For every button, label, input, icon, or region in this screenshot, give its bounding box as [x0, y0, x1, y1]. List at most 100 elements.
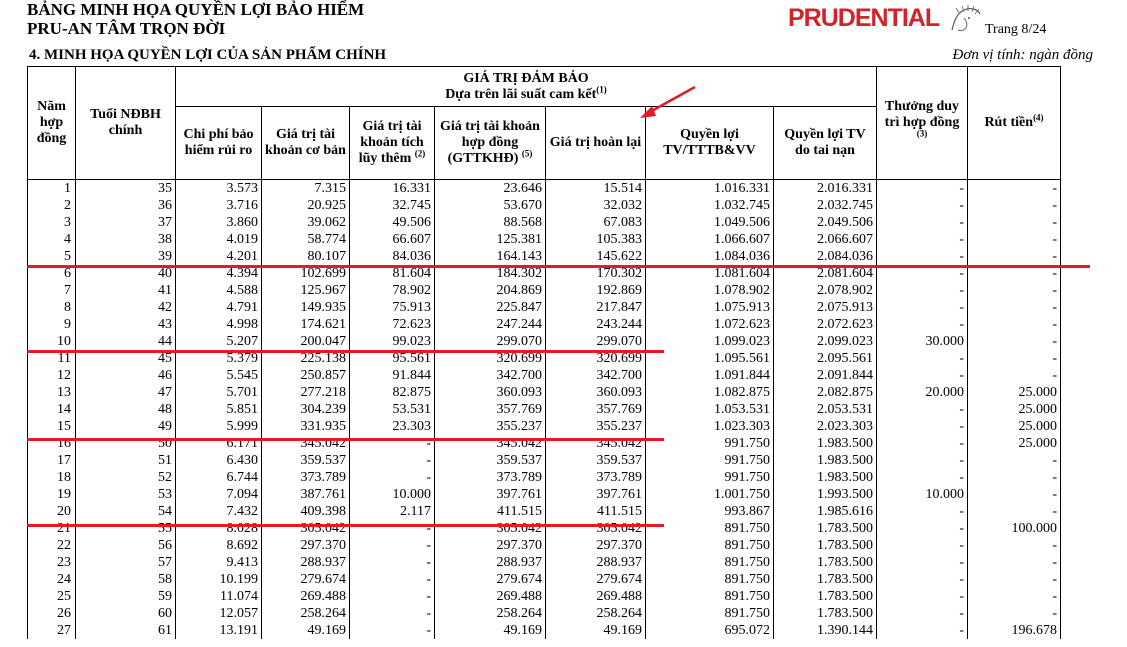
table-cell: -	[967, 503, 1061, 520]
table-cell: 305.042	[545, 520, 646, 537]
table-cell: 72.623	[349, 316, 435, 333]
table-cell: 2.099.023	[773, 333, 877, 350]
table-cell: 411.515	[434, 503, 546, 520]
table-row: 19 53 7.094 387.761 10.000 397.761 397.761 1.00…	[27, 486, 1061, 503]
table-cell: 1.983.500	[773, 452, 877, 469]
table-cell: 297.370	[545, 537, 646, 554]
document-title: BẢNG MINH HỌA QUYỀN LỢI BẢO HIỂM	[27, 0, 365, 19]
table-row: 10 44 5.207 200.047 99.023 299.070 299.070 1.09…	[27, 333, 1061, 350]
table-cell: 1.783.500	[773, 537, 877, 554]
table-cell: 37	[75, 214, 176, 231]
table-cell: 3.860	[175, 214, 262, 231]
table-cell: 44	[75, 333, 176, 350]
table-cell: 2.084.036	[773, 248, 877, 265]
table-cell: 297.370	[261, 537, 350, 554]
table-cell: 25.000	[967, 401, 1061, 418]
table-cell: 258.264	[261, 605, 350, 622]
table-cell: 1.983.500	[773, 469, 877, 486]
table-cell: 2.032.745	[773, 197, 877, 214]
table-cell: 4.791	[175, 299, 262, 316]
table-cell: 66.607	[349, 231, 435, 248]
prudential-logo: PRUDENTIAL	[788, 4, 940, 32]
table-cell: 14	[27, 401, 76, 418]
table-cell: 78.902	[349, 282, 435, 299]
table-cell: 57	[75, 554, 176, 571]
table-cell: 1.072.623	[645, 316, 774, 333]
table-cell: 88.568	[434, 214, 546, 231]
table-cell: 7.432	[175, 503, 262, 520]
table-cell: 2.023.303	[773, 418, 877, 435]
table-cell: -	[876, 520, 968, 537]
table-cell: 55	[75, 520, 176, 537]
table-cell: 60	[75, 605, 176, 622]
table-cell: 409.398	[261, 503, 350, 520]
table-cell: 15	[27, 418, 76, 435]
table-cell: 1.049.506	[645, 214, 774, 231]
table-cell: 2.082.875	[773, 384, 877, 401]
table-row: 27 61 13.191 49.169-49.169 49.169 695.072 1.39…	[27, 622, 1061, 639]
table-row: 18 52 6.744 373.789-373.789 373.789 991.750 1.…	[27, 469, 1061, 486]
table-cell: 279.674	[545, 571, 646, 588]
table-cell: 46	[75, 367, 176, 384]
table-cell: -	[876, 282, 968, 299]
table-cell: 10.000	[349, 486, 435, 503]
table-cell: -	[967, 367, 1061, 384]
table-row: 23 57 9.413 288.937-288.937 288.937 891.750 1.…	[27, 554, 1061, 571]
table-cell: 247.244	[434, 316, 546, 333]
table-cell: 200.047	[261, 333, 350, 350]
table-cell: 891.750	[645, 571, 774, 588]
table-cell: 53	[75, 486, 176, 503]
table-cell: 10.199	[175, 571, 262, 588]
table-cell: 1.983.500	[773, 435, 877, 452]
table-cell: 58.774	[261, 231, 350, 248]
table-cell: -	[876, 452, 968, 469]
table-cell: 42	[75, 299, 176, 316]
table-cell: 1.016.331	[645, 179, 774, 197]
table-cell: 23	[27, 554, 76, 571]
table-cell: 21	[27, 520, 76, 537]
product-name: PRU-AN TÂM TRỌN ĐỜI	[27, 19, 226, 38]
table-cell: -	[967, 350, 1061, 367]
header-guaranteed: GIÁ TRỊ ĐẢM BẢO Dựa trên lãi suất cam kế…	[175, 66, 877, 107]
table-cell: 82.875	[349, 384, 435, 401]
table-row: 1 35 3.573 7.315 16.331 23.646 15.514 1.016.331…	[27, 179, 1061, 197]
table-cell: -	[876, 588, 968, 605]
table-cell: -	[876, 197, 968, 214]
table-cell: 13	[27, 384, 76, 401]
table-cell: 145.622	[545, 248, 646, 265]
table-cell: 331.935	[261, 418, 350, 435]
table-cell: 288.937	[261, 554, 350, 571]
table-cell: 2.053.531	[773, 401, 877, 418]
table-cell: 23.303	[349, 418, 435, 435]
table-row: 12 46 5.545 250.857 91.844 342.700 342.700 1.09…	[27, 367, 1061, 384]
table-cell: 225.847	[434, 299, 546, 316]
table-cell: 5.999	[175, 418, 262, 435]
table-cell: 4.998	[175, 316, 262, 333]
table-cell: -	[876, 605, 968, 622]
table-cell: 48	[75, 401, 176, 418]
table-cell: 297.370	[434, 537, 546, 554]
table-cell: 373.789	[261, 469, 350, 486]
table-cell: 1.084.036	[645, 248, 774, 265]
table-cell: 891.750	[645, 554, 774, 571]
table-cell: -	[967, 486, 1061, 503]
table-cell: 360.093	[545, 384, 646, 401]
table-cell: 12	[27, 367, 76, 384]
table-cell: -	[876, 299, 968, 316]
table-cell: -	[876, 214, 968, 231]
table-cell: 891.750	[645, 537, 774, 554]
table-cell: -	[876, 469, 968, 486]
table-cell: 174.621	[261, 316, 350, 333]
table-cell: -	[967, 282, 1061, 299]
table-cell: 2.049.506	[773, 214, 877, 231]
table-cell: 58	[75, 571, 176, 588]
table-cell: 61	[75, 622, 176, 639]
table-cell: -	[349, 571, 435, 588]
table-cell: 397.761	[434, 486, 546, 503]
table-cell: 196.678	[967, 622, 1061, 639]
table-row: 24 58 10.199 279.674-279.674 279.674 891.750 1…	[27, 571, 1061, 588]
table-cell: -	[349, 588, 435, 605]
table-cell: 355.237	[434, 418, 546, 435]
table-cell: 891.750	[645, 520, 774, 537]
table-cell: 24	[27, 571, 76, 588]
